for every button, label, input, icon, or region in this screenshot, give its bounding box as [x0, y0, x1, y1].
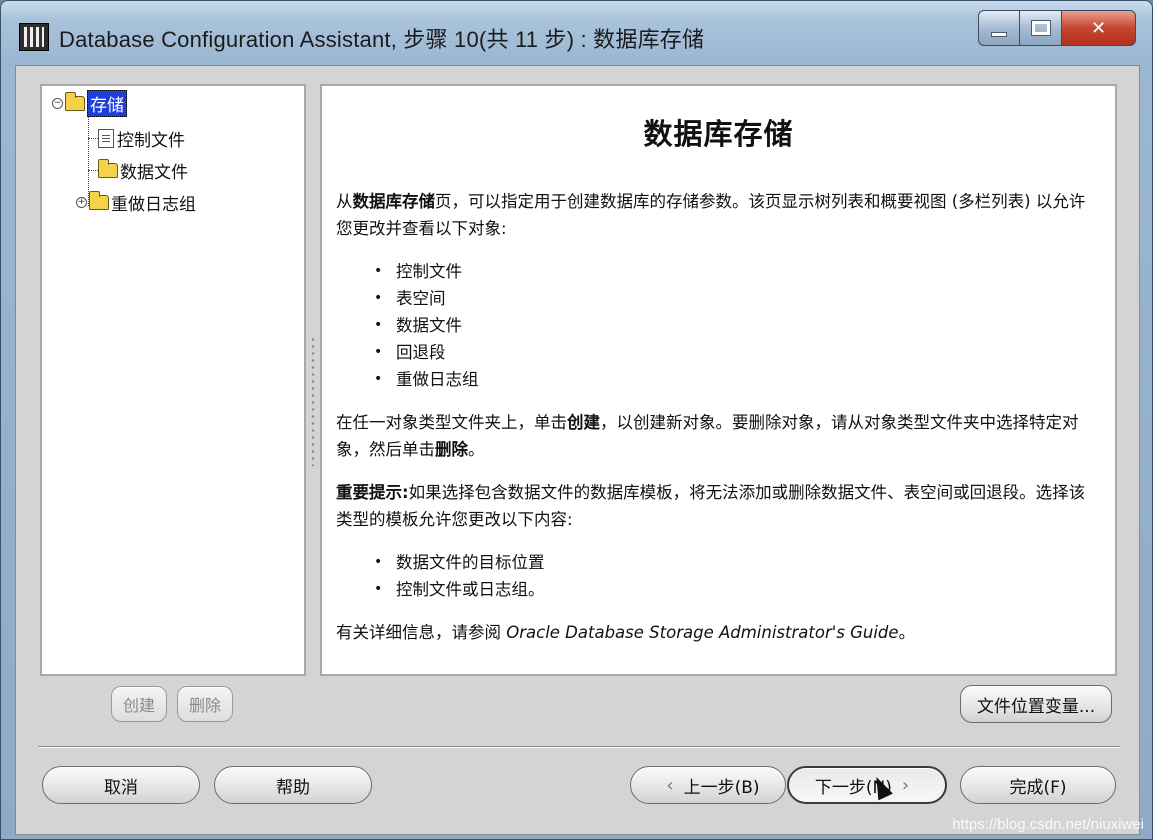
chevron-right-icon: ›	[901, 774, 910, 796]
help-content: 数据库存储 从数据库存储页，可以指定用于创建数据库的存储参数。该页显示树列表和概…	[320, 84, 1117, 676]
folder-icon	[98, 158, 118, 178]
folder-icon	[89, 190, 109, 210]
note-list: 数据文件的目标位置 控制文件或日志组。	[374, 549, 1101, 603]
close-button[interactable]: ✕	[1062, 10, 1136, 46]
list-item: 控制文件或日志组。	[374, 576, 1101, 603]
next-button[interactable]: 下一步(N) ›	[787, 766, 947, 804]
folder-icon	[65, 91, 85, 111]
intro-paragraph: 从数据库存储页，可以指定用于创建数据库的存储参数。该页显示树列表和概要视图 (多…	[336, 192, 1086, 238]
tree-connector	[88, 170, 98, 171]
list-item: 数据文件的目标位置	[374, 549, 1101, 576]
cancel-button[interactable]: 取消	[42, 766, 200, 804]
tree-node-storage[interactable]: − 存储	[52, 89, 127, 117]
app-icon	[19, 23, 49, 51]
content-title: 数据库存储	[643, 117, 794, 151]
tree-node-label: 数据文件	[120, 162, 188, 183]
list-item: 表空间	[374, 285, 1101, 312]
storage-tree: − 存储 控制文件 数据文件 + 重做日志组	[40, 84, 306, 676]
tree-node-label: 重做日志组	[111, 194, 196, 215]
minimize-button[interactable]	[978, 10, 1020, 46]
caption-buttons: ✕	[978, 10, 1136, 46]
window-title: Database Configuration Assistant, 步骤 10(…	[59, 27, 705, 52]
maximize-icon	[1030, 20, 1051, 36]
title-bar[interactable]: Database Configuration Assistant, 步骤 10(…	[1, 1, 1152, 65]
document-icon	[98, 128, 114, 148]
maximize-button[interactable]	[1020, 10, 1062, 46]
chevron-left-icon: ‹	[666, 774, 674, 796]
list-item: 重做日志组	[374, 366, 1101, 393]
close-icon: ✕	[1090, 17, 1107, 39]
minimize-icon	[991, 31, 1007, 37]
list-item: 回退段	[374, 339, 1101, 366]
list-item: 数据文件	[374, 312, 1101, 339]
create-delete-paragraph: 在任一对象类型文件夹上，单击创建，以创建新对象。要删除对象，请从对象类型文件夹中…	[336, 413, 1079, 459]
object-list: 控制文件 表空间 数据文件 回退段 重做日志组	[374, 258, 1101, 393]
reference-paragraph: 有关详细信息，请参阅 Oracle Database Storage Admin…	[336, 623, 916, 642]
watermark: https://blog.csdn.net/niuxiwei	[952, 816, 1144, 833]
back-button[interactable]: ‹ 上一步(B)	[630, 766, 786, 804]
tree-node-control-files[interactable]: 控制文件	[98, 126, 185, 151]
note-paragraph: 重要提示:如果选择包含数据文件的数据库模板，将无法添加或删除数据文件、表空间或回…	[336, 483, 1086, 529]
dbca-window: Database Configuration Assistant, 步骤 10(…	[0, 0, 1153, 840]
tree-node-label: 控制文件	[117, 130, 185, 151]
finish-button[interactable]: 完成(F)	[960, 766, 1116, 804]
collapse-icon[interactable]: −	[52, 97, 63, 109]
tree-connector	[88, 138, 98, 139]
create-button[interactable]: 创建	[111, 686, 167, 722]
list-item: 控制文件	[374, 258, 1101, 285]
help-button[interactable]: 帮助	[214, 766, 372, 804]
separator	[38, 746, 1120, 748]
tree-node-data-files[interactable]: 数据文件	[98, 158, 188, 183]
delete-button[interactable]: 删除	[177, 686, 233, 722]
expand-icon[interactable]: +	[76, 196, 87, 208]
pane-splitter[interactable]	[311, 336, 315, 466]
tree-node-label: 存储	[87, 89, 127, 117]
client-area: − 存储 控制文件 数据文件 + 重做日志组 数据库存储 从数据库存储页，可以指	[15, 65, 1140, 835]
back-button-label: 上一步(B)	[683, 777, 760, 798]
tree-node-redo-log-groups[interactable]: + 重做日志组	[76, 190, 196, 215]
file-location-variables-button[interactable]: 文件位置变量...	[960, 685, 1112, 723]
